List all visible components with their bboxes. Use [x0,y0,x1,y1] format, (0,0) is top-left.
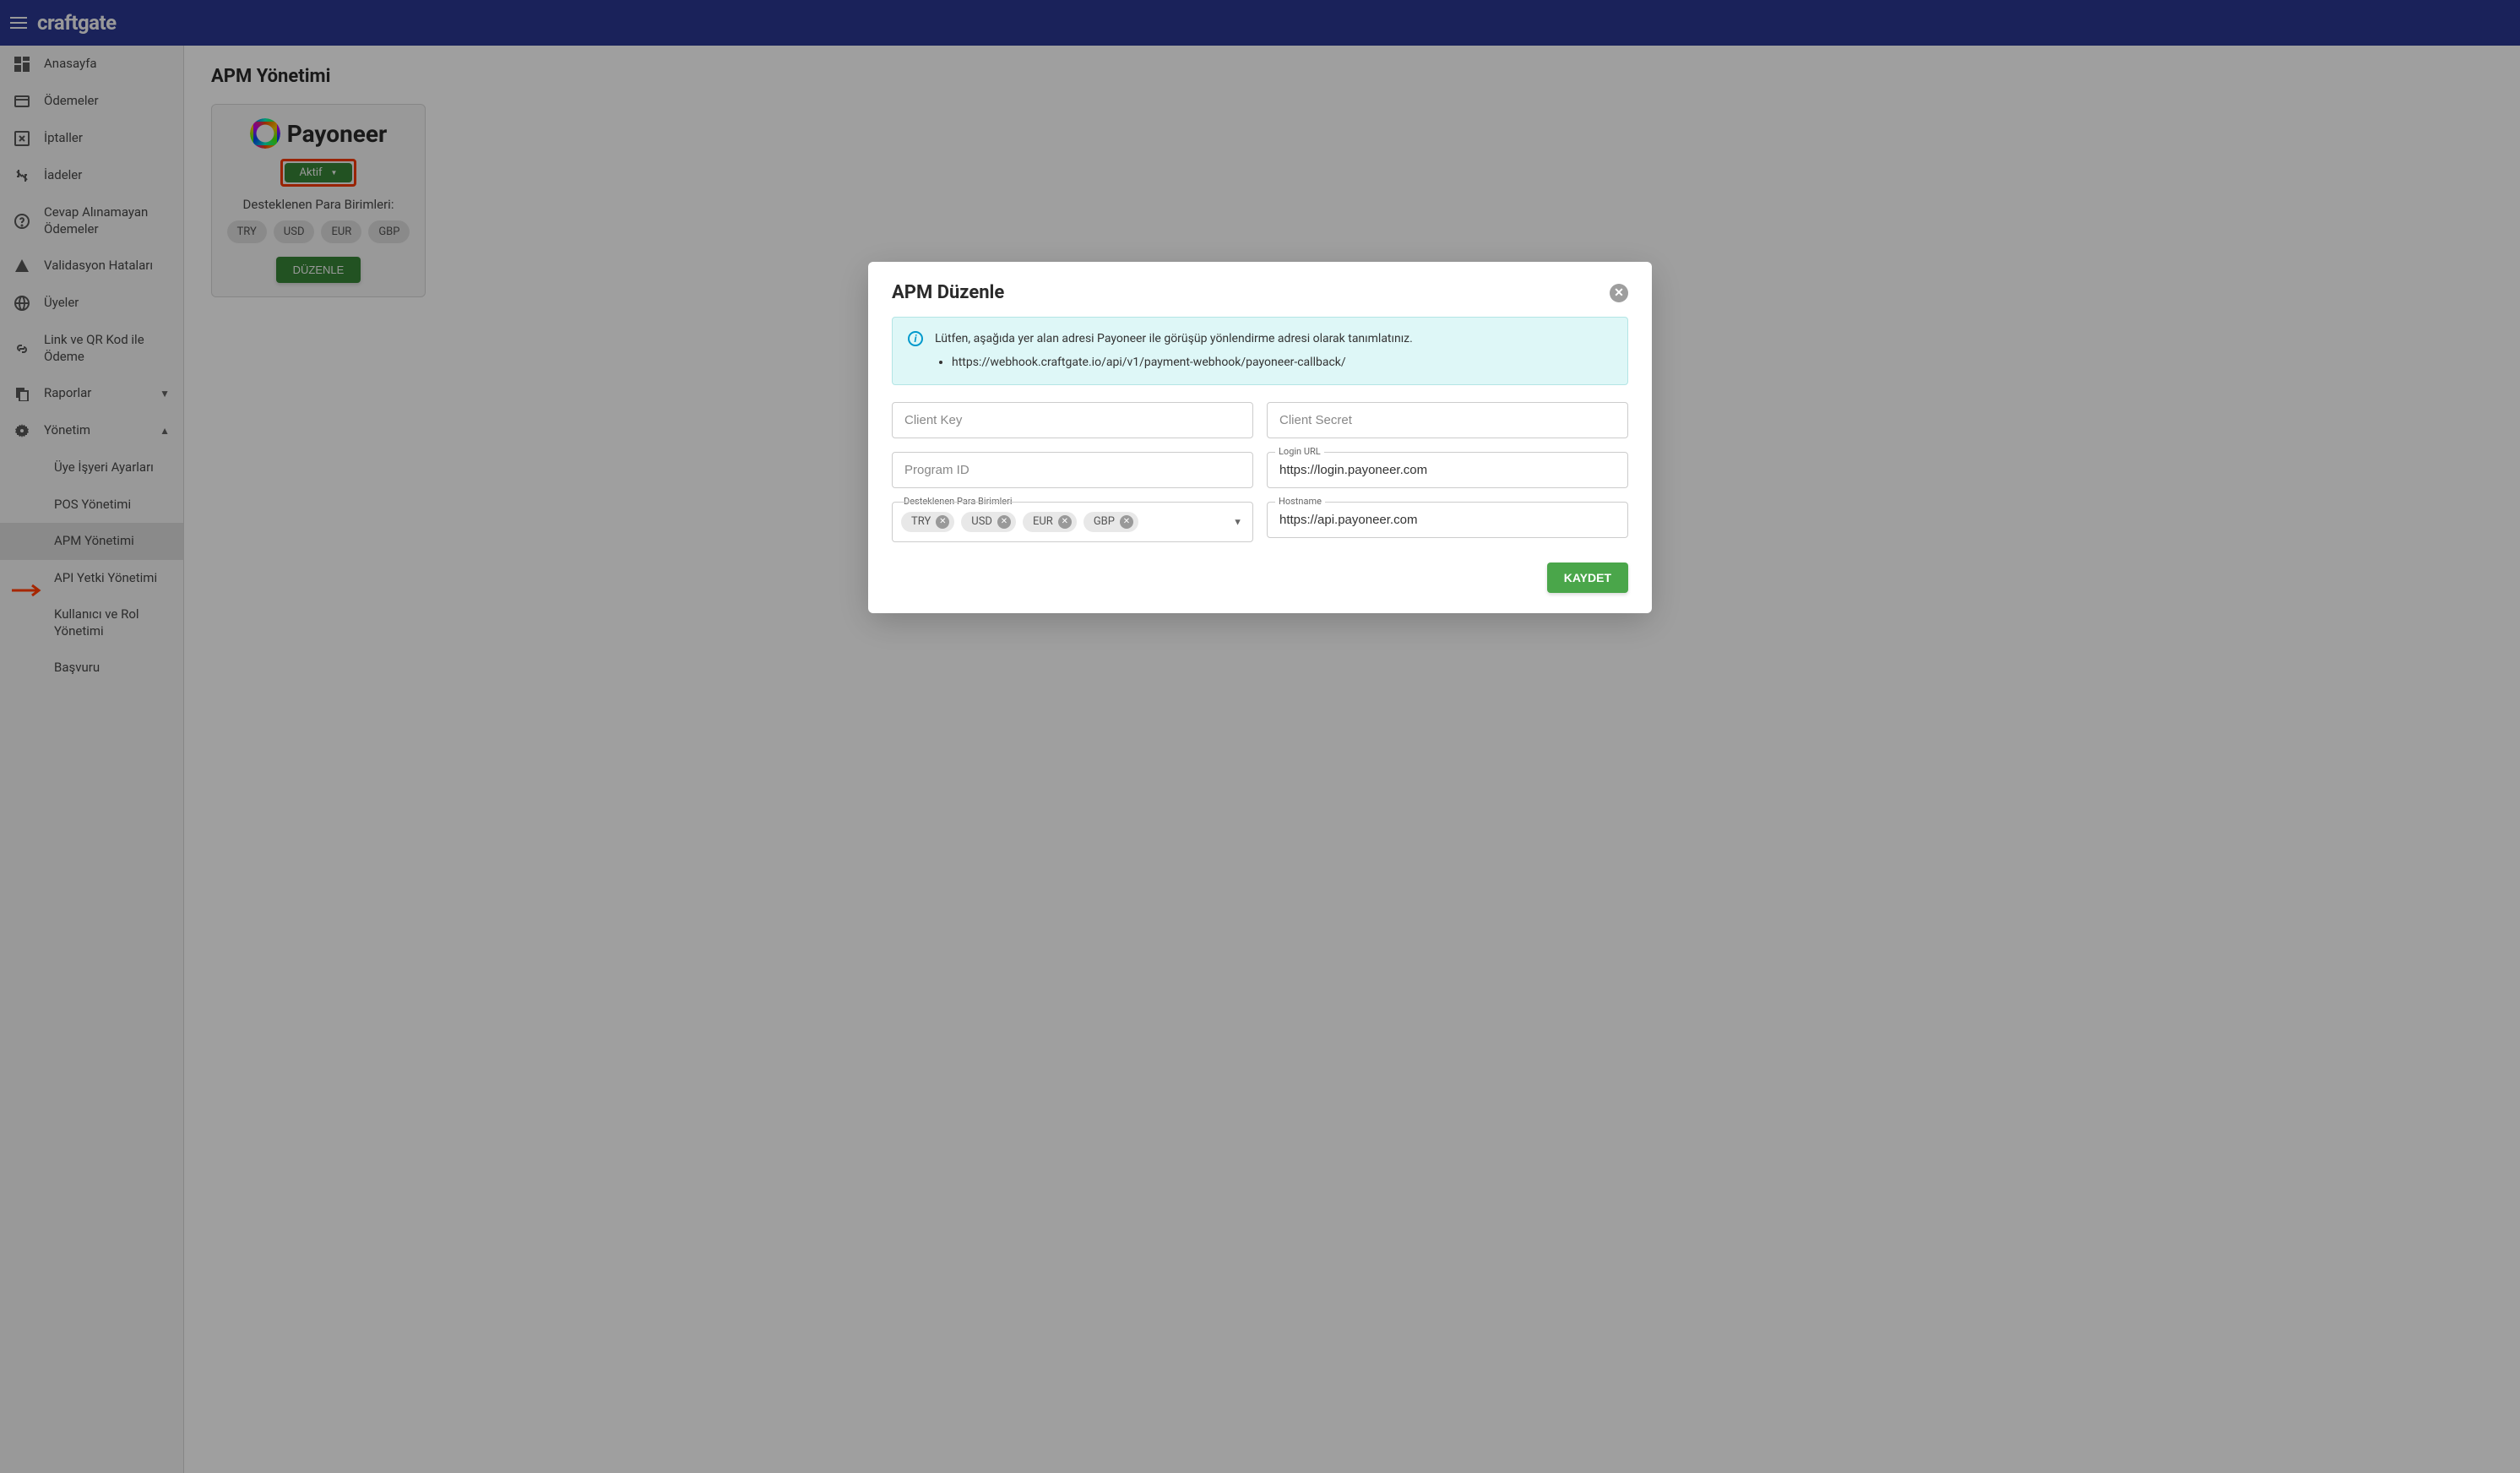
remove-icon[interactable]: ✕ [936,515,949,529]
login-url-input[interactable] [1267,452,1628,488]
client-key-input[interactable] [892,402,1253,438]
client-key-field [892,402,1253,438]
caret-down-icon: ▼ [1233,516,1242,527]
program-id-field [892,452,1253,488]
remove-icon[interactable]: ✕ [997,515,1011,529]
currencies-field: Desteklenen Para Birimleri TRY✕ USD✕ EUR… [892,502,1253,542]
currency-chip: TRY✕ [901,512,954,532]
info-text: Lütfen, aşağıda yer alan adresi Payoneer… [935,329,1413,348]
hostname-input[interactable] [1267,502,1628,538]
login-url-field: Login URL [1267,452,1628,488]
modal-title: APM Düzenle [892,282,1004,303]
client-secret-field [1267,402,1628,438]
currency-chip: EUR✕ [1023,512,1077,532]
currency-chip: GBP✕ [1083,512,1138,532]
hostname-field: Hostname [1267,502,1628,542]
info-url: https://webhook.craftgate.io/api/v1/paym… [952,353,1413,372]
remove-icon[interactable]: ✕ [1120,515,1133,529]
hostname-label: Hostname [1275,496,1325,507]
currencies-multiselect[interactable]: TRY✕ USD✕ EUR✕ GBP✕ ▼ [892,502,1253,542]
modal-overlay[interactable]: APM Düzenle ✕ i Lütfen, aşağıda yer alan… [0,0,2520,1473]
close-icon[interactable]: ✕ [1610,284,1628,302]
login-url-label: Login URL [1275,446,1324,457]
info-icon: i [908,331,923,346]
client-secret-input[interactable] [1267,402,1628,438]
save-button[interactable]: KAYDET [1547,563,1628,593]
remove-icon[interactable]: ✕ [1058,515,1072,529]
currency-chip: USD✕ [961,512,1016,532]
program-id-input[interactable] [892,452,1253,488]
info-box: i Lütfen, aşağıda yer alan adresi Payone… [892,317,1628,385]
edit-modal: APM Düzenle ✕ i Lütfen, aşağıda yer alan… [868,262,1652,613]
